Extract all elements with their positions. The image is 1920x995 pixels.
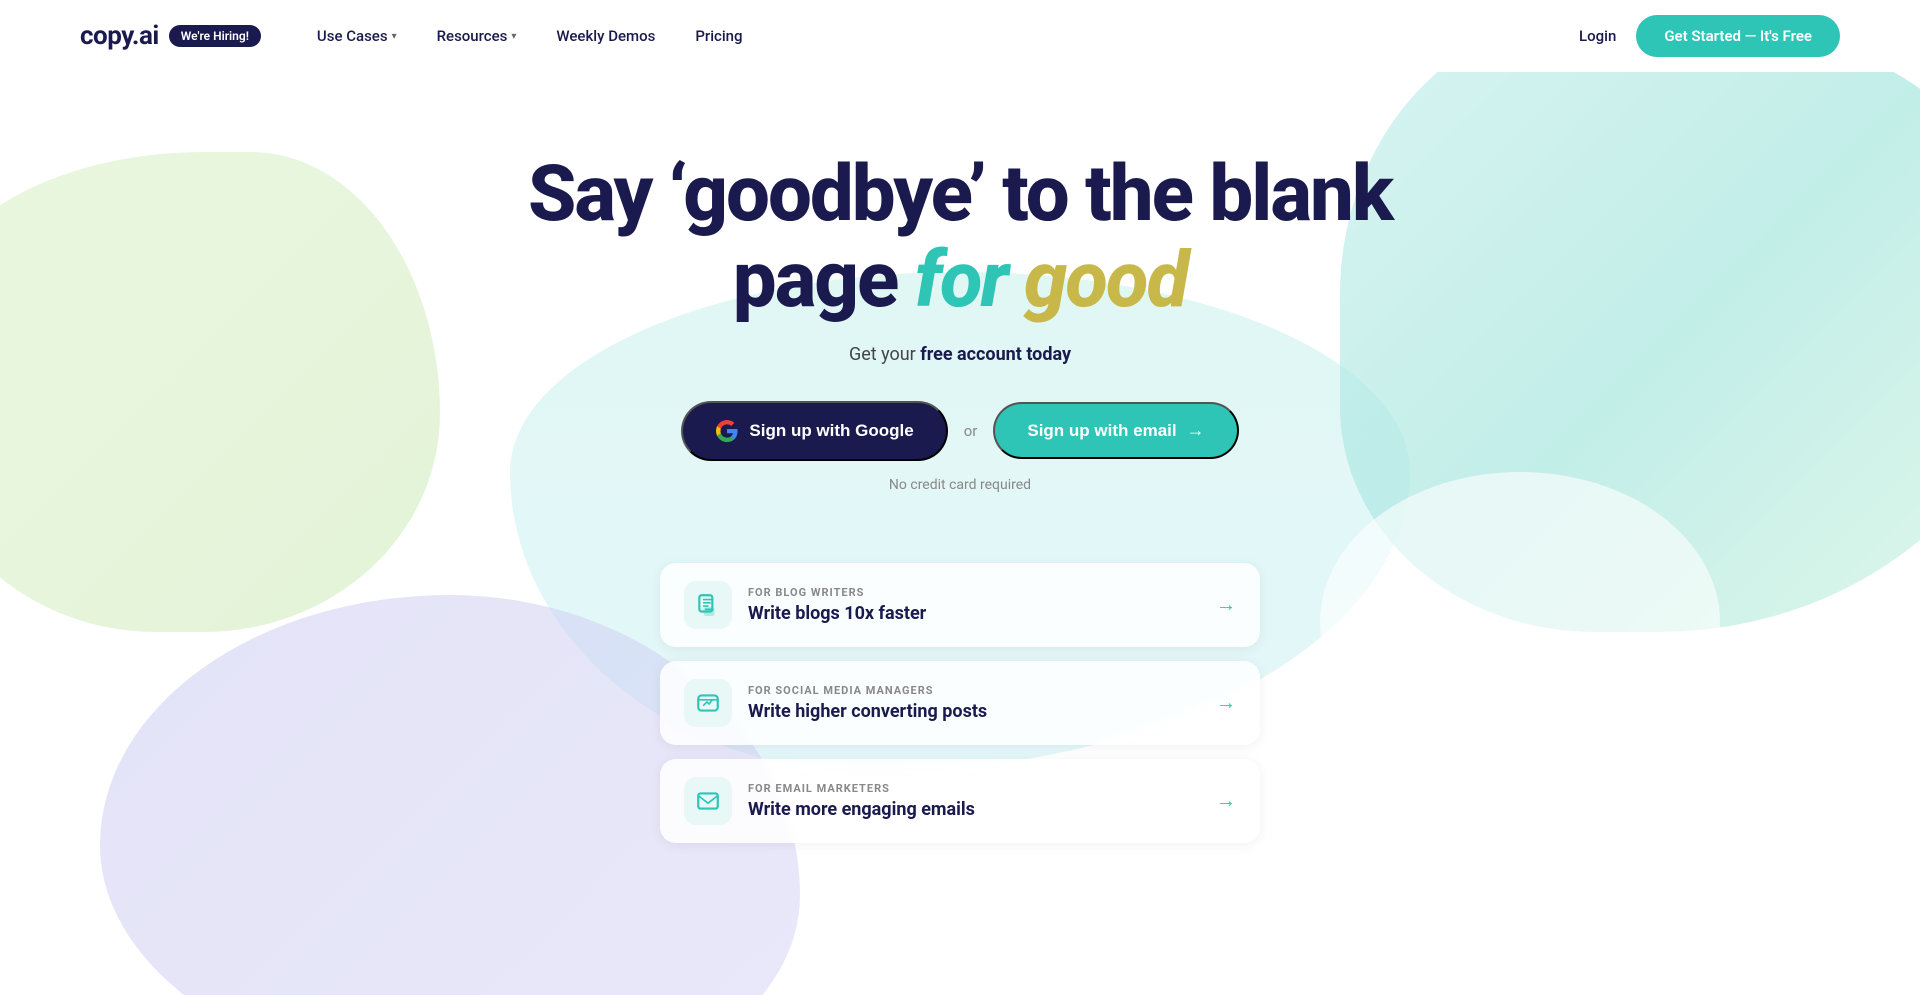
social-card-label: FOR SOCIAL MEDIA MANAGERS [748,684,1200,697]
no-credit-card-text: No credit card required [528,477,1392,493]
or-divider: or [964,422,978,440]
nav-links: Use Cases ▾ Resources ▾ Weekly Demos Pri… [301,19,1579,53]
feature-card-email[interactable]: FOR EMAIL MARKETERS Write more engaging … [660,759,1260,843]
social-media-icon [695,690,721,716]
chevron-down-icon: ▾ [392,31,397,42]
blog-card-arrow-icon: → [1216,592,1236,617]
social-icon-wrap [684,679,732,727]
login-button[interactable]: Login [1579,27,1616,45]
google-icon [715,419,739,443]
get-started-button[interactable]: Get Started — It's Free [1636,15,1840,57]
for-text: for [915,235,1024,326]
email-icon [695,788,721,814]
bg-blob-teal-right [1340,72,1920,632]
email-icon-wrap [684,777,732,825]
sign-up-email-button[interactable]: Sign up with email → [993,402,1238,459]
bg-blob-green-left [0,152,440,632]
good-text: good [1024,235,1187,326]
blog-card-label: FOR BLOG WRITERS [748,586,1200,599]
hero-title-line2: page for good [528,238,1392,324]
hiring-badge[interactable]: We're Hiring! [169,25,261,47]
nav-resources[interactable]: Resources ▾ [421,19,533,53]
nav-actions: Login Get Started — It's Free [1579,15,1840,57]
chevron-down-icon: ▾ [511,31,516,42]
hero-title: Say ‘goodbye’ to the blank page for good [528,152,1392,324]
feature-cards: FOR BLOG WRITERS Write blogs 10x faster … [660,563,1260,843]
feature-card-blog[interactable]: FOR BLOG WRITERS Write blogs 10x faster … [660,563,1260,647]
social-card-arrow-icon: → [1216,690,1236,715]
sign-up-google-button[interactable]: Sign up with Google [681,401,947,461]
feature-card-social[interactable]: FOR SOCIAL MEDIA MANAGERS Write higher c… [660,661,1260,745]
email-card-label: FOR EMAIL MARKETERS [748,782,1200,795]
blog-card-text: FOR BLOG WRITERS Write blogs 10x faster [748,586,1200,624]
email-card-title: Write more engaging emails [748,799,1200,820]
nav-use-cases[interactable]: Use Cases ▾ [301,19,413,53]
arrow-right-icon: → [1187,420,1205,441]
hero-subtitle: Get your free account today [528,344,1392,365]
social-card-text: FOR SOCIAL MEDIA MANAGERS Write higher c… [748,684,1200,722]
email-card-text: FOR EMAIL MARKETERS Write more engaging … [748,782,1200,820]
navbar: copy.ai We're Hiring! Use Cases ▾ Resour… [0,0,1920,72]
logo-text: copy.ai [80,21,159,51]
blog-card-title: Write blogs 10x faster [748,603,1200,624]
blog-icon-wrap [684,581,732,629]
social-card-title: Write higher converting posts [748,701,1200,722]
hero-section: Say ‘goodbye’ to the blank page for good… [0,72,1920,995]
nav-pricing[interactable]: Pricing [679,19,758,53]
hero-content: Say ‘goodbye’ to the blank page for good… [528,152,1392,553]
email-card-arrow-icon: → [1216,788,1236,813]
nav-weekly-demos[interactable]: Weekly Demos [540,19,671,53]
cta-row: Sign up with Google or Sign up with emai… [528,401,1392,461]
blog-icon [695,592,721,618]
logo-area[interactable]: copy.ai We're Hiring! [80,21,261,51]
